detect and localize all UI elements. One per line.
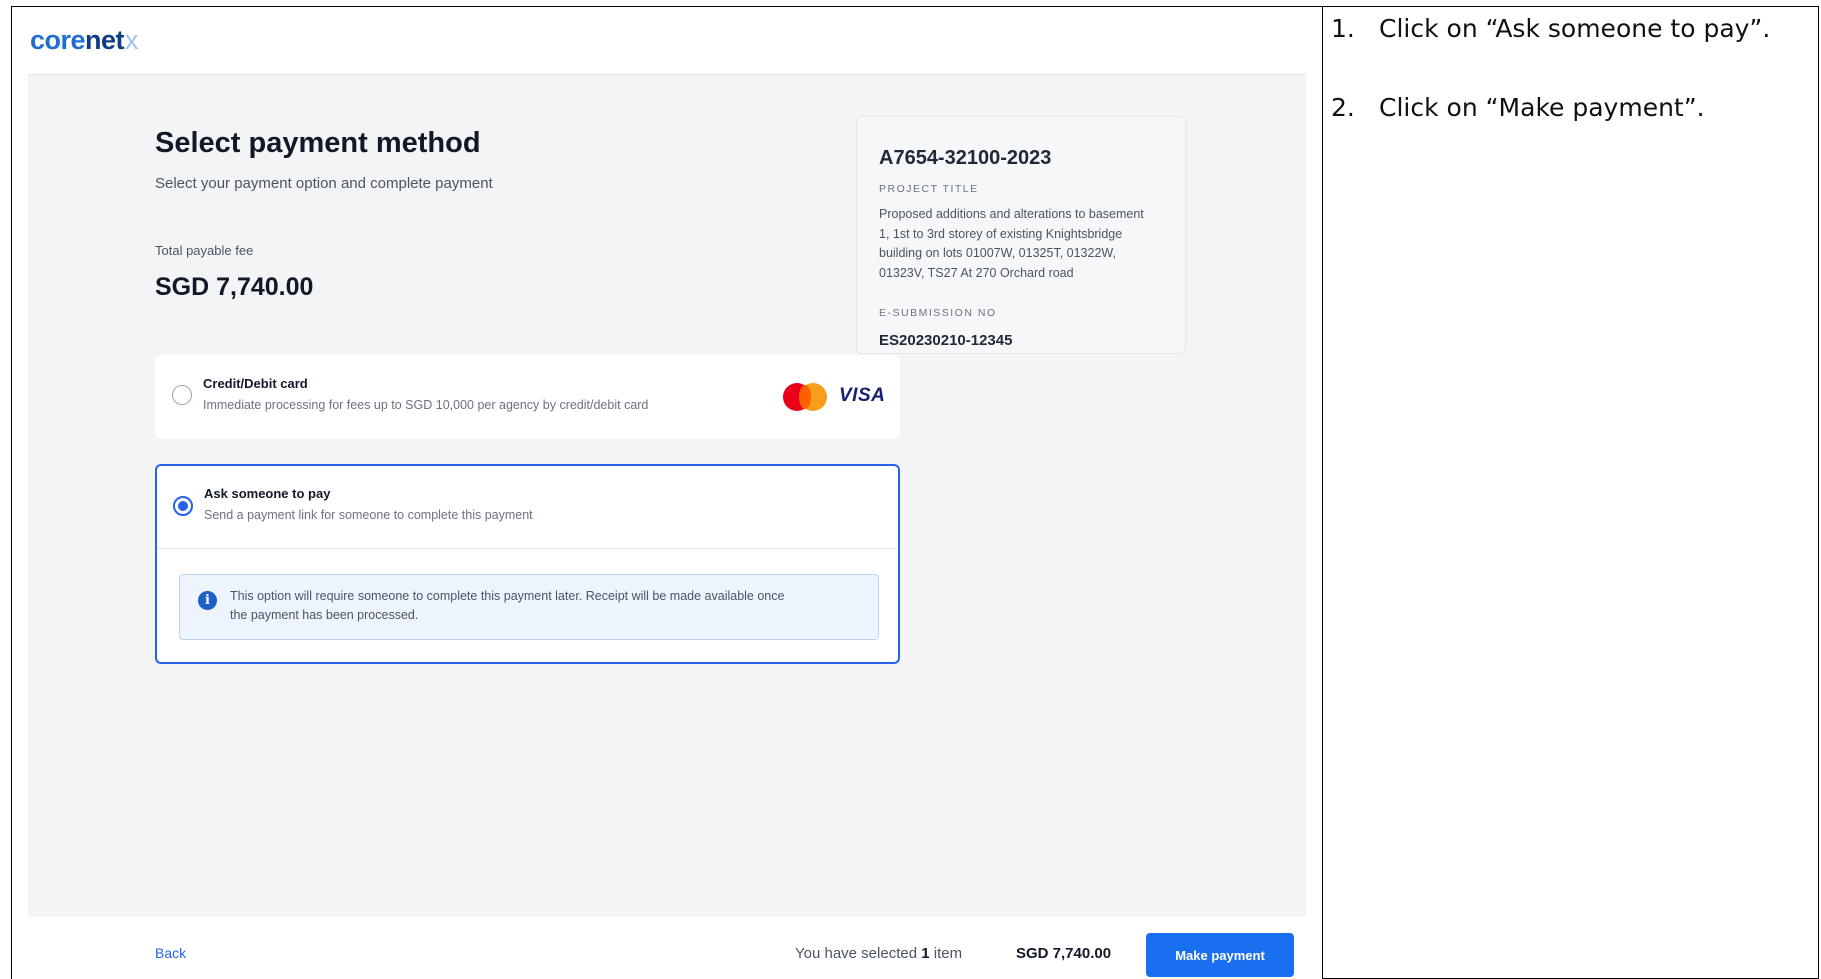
info-text: This option will require someone to comp… xyxy=(230,589,785,622)
submission-number-label: E-SUBMISSION NO xyxy=(879,307,997,319)
page-title: Select payment method xyxy=(155,127,481,159)
instruction-step: 1. Click on “Ask someone to pay”. xyxy=(1331,14,1771,43)
page-subtitle: Select your payment option and complete … xyxy=(155,175,493,192)
app-screenshot: corenetx Select payment method Select yo… xyxy=(12,7,1322,979)
back-link[interactable]: Back xyxy=(155,945,186,961)
option-title: Ask someone to pay xyxy=(204,486,331,501)
total-fee-label: Total payable fee xyxy=(155,243,254,258)
option-title: Credit/Debit card xyxy=(203,376,308,391)
option-description: Send a payment link for someone to compl… xyxy=(204,508,533,522)
ask-someone-radio[interactable] xyxy=(173,496,193,516)
reference-number: A7654-32100-2023 xyxy=(879,147,1052,169)
corenet-logo[interactable]: corenetx xyxy=(30,25,139,56)
ask-someone-to-pay-option[interactable]: Ask someone to pay Send a payment link f… xyxy=(155,464,900,664)
footer-total: SGD 7,740.00 xyxy=(1016,945,1112,962)
selection-summary: You have selected 1 item xyxy=(795,945,963,962)
option-divider xyxy=(157,548,898,549)
credit-card-radio[interactable] xyxy=(172,385,192,405)
selected-count: 1 xyxy=(921,945,930,962)
project-title-label: PROJECT TITLE xyxy=(879,183,979,195)
option-description: Immediate processing for fees up to SGD … xyxy=(203,398,649,412)
visa-logo: VISA xyxy=(839,385,886,406)
info-icon: i xyxy=(198,591,217,610)
info-notice: i This option will require someone to co… xyxy=(179,574,879,640)
project-title-text: Proposed additions and alterations to ba… xyxy=(879,207,1144,280)
credit-card-option[interactable]: Credit/Debit card Immediate processing f… xyxy=(155,355,900,439)
main-content: Select payment method Select your paymen… xyxy=(28,74,1306,917)
logo-x-mark: x xyxy=(125,25,139,55)
table-column-divider xyxy=(1322,6,1323,979)
make-payment-button[interactable]: Make payment xyxy=(1146,933,1294,977)
footer-bar: Back You have selected 1 item SGD 7,740.… xyxy=(28,917,1306,979)
submission-number: ES20230210-12345 xyxy=(879,332,1013,349)
total-fee-value: SGD 7,740.00 xyxy=(155,273,314,301)
application-summary-card: A7654-32100-2023 PROJECT TITLE Proposed … xyxy=(856,116,1186,354)
instruction-step: 2. Click on “Make payment”. xyxy=(1331,93,1705,122)
mastercard-icon xyxy=(783,383,829,411)
